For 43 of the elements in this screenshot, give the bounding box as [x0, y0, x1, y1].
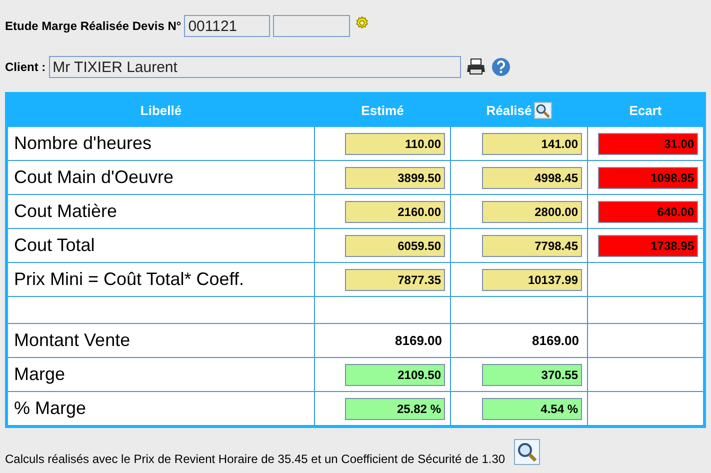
search-icon[interactable]: [514, 439, 540, 465]
column-header: Réalisé: [486, 103, 532, 118]
value-field[interactable]: 370.55: [482, 364, 582, 386]
row-label: Montant Vente: [14, 330, 130, 350]
row-label: Prix Mini = Coût Total* Coeff.: [14, 269, 244, 289]
value-field[interactable]: 2800.00: [482, 200, 582, 222]
client-field[interactable]: Mr TIXIER Laurent: [48, 56, 461, 78]
gear-icon[interactable]: [355, 16, 370, 30]
column-header: Estimé: [361, 104, 404, 119]
value-field[interactable]: 4998.45: [482, 166, 582, 188]
value-field[interactable]: 6059.50: [345, 234, 445, 256]
printer-icon[interactable]: [466, 58, 486, 76]
value-field[interactable]: 1738.95: [598, 234, 698, 256]
row-label: Marge: [14, 364, 66, 384]
client-label: Client :: [5, 60, 46, 74]
value-text: 8169.00: [395, 332, 443, 348]
value-field[interactable]: 4.54 %: [482, 398, 582, 420]
value-field[interactable]: 640.00: [598, 200, 698, 222]
value-field[interactable]: 31.00: [598, 132, 698, 154]
row-label: Cout Total: [14, 235, 95, 255]
value-field[interactable]: 2109.50: [345, 364, 445, 386]
value-field[interactable]: 1098.95: [598, 166, 698, 188]
row-label: Cout Main d'Oeuvre: [14, 167, 174, 187]
help-icon[interactable]: [490, 57, 511, 77]
secondary-field[interactable]: [273, 15, 350, 37]
value-field[interactable]: 2160.00: [345, 200, 445, 222]
search-icon[interactable]: [534, 102, 552, 120]
value-field[interactable]: 7798.45: [482, 234, 582, 256]
form-title: Etude Marge Réalisée Devis N°: [5, 19, 182, 33]
value-field[interactable]: 7877.35: [345, 268, 445, 290]
value-field[interactable]: 3899.50: [345, 166, 445, 188]
devis-number-field[interactable]: 001121: [184, 15, 270, 37]
value-field[interactable]: 10137.99: [482, 268, 582, 290]
row-label: Cout Matière: [14, 201, 118, 221]
column-header: Libellé: [140, 104, 182, 119]
value-field[interactable]: 25.82 %: [345, 398, 445, 420]
value-field[interactable]: 141.00: [482, 132, 582, 154]
column-header: Ecart: [629, 104, 662, 119]
row-label: Nombre d'heures: [14, 133, 152, 153]
row-label: % Marge: [14, 398, 86, 418]
calculation-note: Calculs réalisés avec le Prix de Revient Horaire de 35.45 et un Coefficient de Sécurité de 1.30: [5, 452, 506, 466]
value-text: 8169.00: [532, 332, 580, 348]
value-field[interactable]: 110.00: [345, 132, 445, 154]
